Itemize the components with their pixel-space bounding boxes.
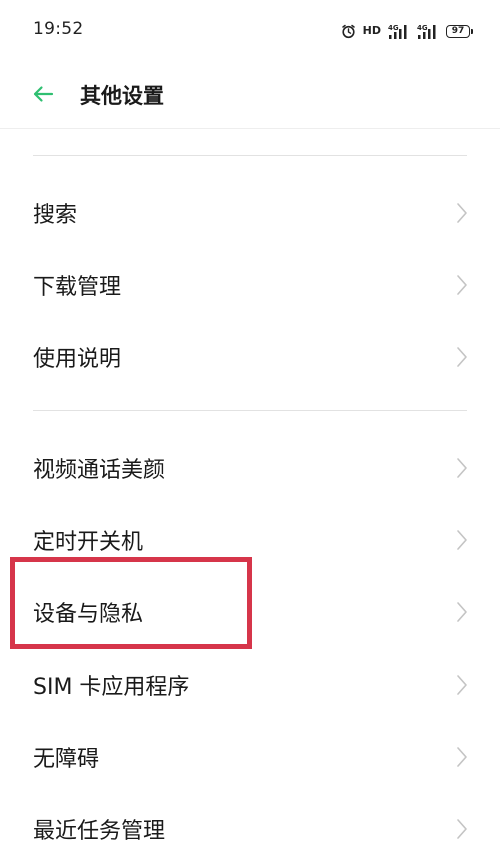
menu-item-recent-tasks[interactable]: 最近任务管理 [0, 799, 500, 859]
header: 其他设置 [0, 70, 500, 120]
chevron-right-icon [457, 530, 467, 550]
menu-item-label: 定时开关机 [33, 530, 144, 555]
menu-item-label: 视频通话美颜 [33, 458, 166, 483]
menu-item-label: 设备与隐私 [33, 602, 144, 627]
header-divider [0, 128, 500, 129]
menu-item-search[interactable]: 搜索 [0, 183, 500, 243]
chevron-right-icon [457, 275, 467, 295]
menu-item-sim-apps[interactable]: SIM 卡应用程序 [0, 655, 500, 715]
menu-item-scheduled-power[interactable]: 定时开关机 [0, 510, 500, 570]
battery-level: 97 [451, 25, 465, 36]
hd-icon: HD [362, 24, 381, 37]
svg-text:4G: 4G [417, 24, 428, 32]
signal-4g-icon: 4G [417, 24, 436, 39]
chevron-right-icon [457, 747, 467, 767]
page-title: 其他设置 [80, 84, 164, 108]
status-time: 19:52 [33, 19, 84, 39]
menu-item-label: 无障碍 [33, 747, 100, 772]
chevron-right-icon [457, 347, 467, 367]
menu-item-video-call-beauty[interactable]: 视频通话美颜 [0, 438, 500, 498]
menu-item-download-manager[interactable]: 下载管理 [0, 255, 500, 315]
chevron-right-icon [457, 675, 467, 695]
chevron-right-icon [457, 458, 467, 478]
menu-item-instructions[interactable]: 使用说明 [0, 327, 500, 387]
menu-item-label: 搜索 [33, 203, 78, 228]
alarm-icon [341, 24, 355, 38]
menu-item-label: 下载管理 [33, 275, 122, 300]
menu-item-label: SIM 卡应用程序 [33, 675, 190, 700]
battery-icon: 97 [446, 24, 473, 38]
menu-item-accessibility[interactable]: 无障碍 [0, 727, 500, 787]
status-icons: HD 4G 4G 97 [341, 22, 473, 40]
menu-item-label: 使用说明 [33, 347, 122, 372]
menu-item-device-privacy[interactable]: 设备与隐私 [0, 582, 500, 642]
svg-text:4G: 4G [388, 24, 399, 32]
group-divider [33, 410, 467, 411]
group-divider [33, 155, 467, 156]
chevron-right-icon [457, 203, 467, 223]
arrow-left-icon[interactable] [30, 81, 56, 107]
status-bar: 19:52 HD 4G 4G 97 [0, 0, 500, 60]
signal-4g-icon: 4G [388, 24, 407, 39]
chevron-right-icon [457, 819, 467, 839]
chevron-right-icon [457, 602, 467, 622]
menu-item-label: 最近任务管理 [33, 819, 166, 844]
